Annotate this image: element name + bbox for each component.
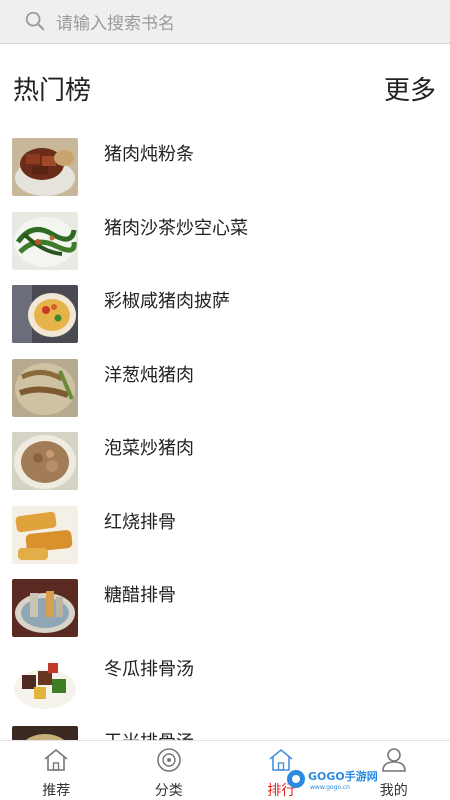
list-item[interactable]: 泡菜炒猪肉 <box>0 422 450 496</box>
recipe-title: 泡菜炒猪肉 <box>104 438 194 459</box>
recipe-thumbnail <box>12 579 78 637</box>
list-item[interactable]: 冬瓜排骨汤 <box>0 643 450 717</box>
recipe-thumbnail <box>12 211 78 270</box>
search-icon <box>25 11 45 31</box>
list-item[interactable]: 猪肉沙茶炒空心菜 <box>0 202 450 276</box>
recipe-title: 猪肉炖粉条 <box>104 144 194 165</box>
tab-recommend[interactable]: 推荐 <box>0 741 113 800</box>
section-title: 热门榜 <box>13 76 92 106</box>
tab-label: 推荐 <box>42 783 71 799</box>
recipe-thumbnail <box>12 138 78 196</box>
search-bar: 请输入搜索书名 <box>0 0 450 44</box>
svg-text:GOGO手游网: GOGO手游网 <box>308 769 378 783</box>
recipe-title: 猪肉沙茶炒空心菜 <box>104 217 248 239</box>
recipe-title: 玉米排骨汤 <box>104 728 194 740</box>
svg-text:www.gogo.cn: www.gogo.cn <box>310 784 350 791</box>
app-screen: 请输入搜索书名 热门榜 更多 猪肉炖粉条 猪肉沙茶炒空心菜 彩椒咸猪肉披萨 洋葱… <box>0 0 450 800</box>
section-header: 热门榜 更多 <box>0 70 450 110</box>
recipe-thumbnail <box>12 285 78 343</box>
recipe-thumbnail <box>12 652 78 711</box>
list-item[interactable]: 彩椒咸猪肉披萨 <box>0 275 450 349</box>
list-item[interactable]: 红烧排骨 <box>0 496 450 570</box>
user-icon <box>381 748 406 772</box>
disc-icon <box>156 748 181 772</box>
recipe-title: 红烧排骨 <box>104 511 176 533</box>
search-input[interactable]: 请输入搜索书名 <box>14 6 436 36</box>
list-item[interactable]: 洋葱炖猪肉 <box>0 349 450 423</box>
recipe-title: 洋葱炖猪肉 <box>104 364 194 386</box>
recipe-thumbnail <box>12 505 78 564</box>
tab-label: 分类 <box>154 783 183 799</box>
recipe-title: 彩椒咸猪肉披萨 <box>104 291 230 312</box>
recipe-title: 糖醋排骨 <box>104 585 176 606</box>
search-placeholder: 请输入搜索书名 <box>56 13 175 34</box>
recipe-thumbnail <box>12 358 78 417</box>
recipe-thumbnail <box>12 432 78 490</box>
list-item[interactable]: 猪肉炖粉条 <box>0 128 450 202</box>
watermark-logo: GOGO手游网 www.gogo.cn <box>287 769 378 791</box>
recipe-list: 猪肉炖粉条 猪肉沙茶炒空心菜 彩椒咸猪肉披萨 洋葱炖猪肉 泡菜炒猪肉 红烧排骨 … <box>0 128 450 740</box>
recipe-thumbnail <box>12 726 78 740</box>
list-item[interactable]: 糖醋排骨 <box>0 569 450 643</box>
tab-category[interactable]: 分类 <box>113 741 226 800</box>
bottom-tab-bar: 推荐 分类 排行 我的 <box>0 740 450 800</box>
more-link[interactable]: 更多 <box>384 70 436 107</box>
recipe-title: 冬瓜排骨汤 <box>104 658 194 680</box>
list-item[interactable]: 玉米排骨汤 <box>0 716 450 740</box>
home-icon <box>44 748 68 771</box>
